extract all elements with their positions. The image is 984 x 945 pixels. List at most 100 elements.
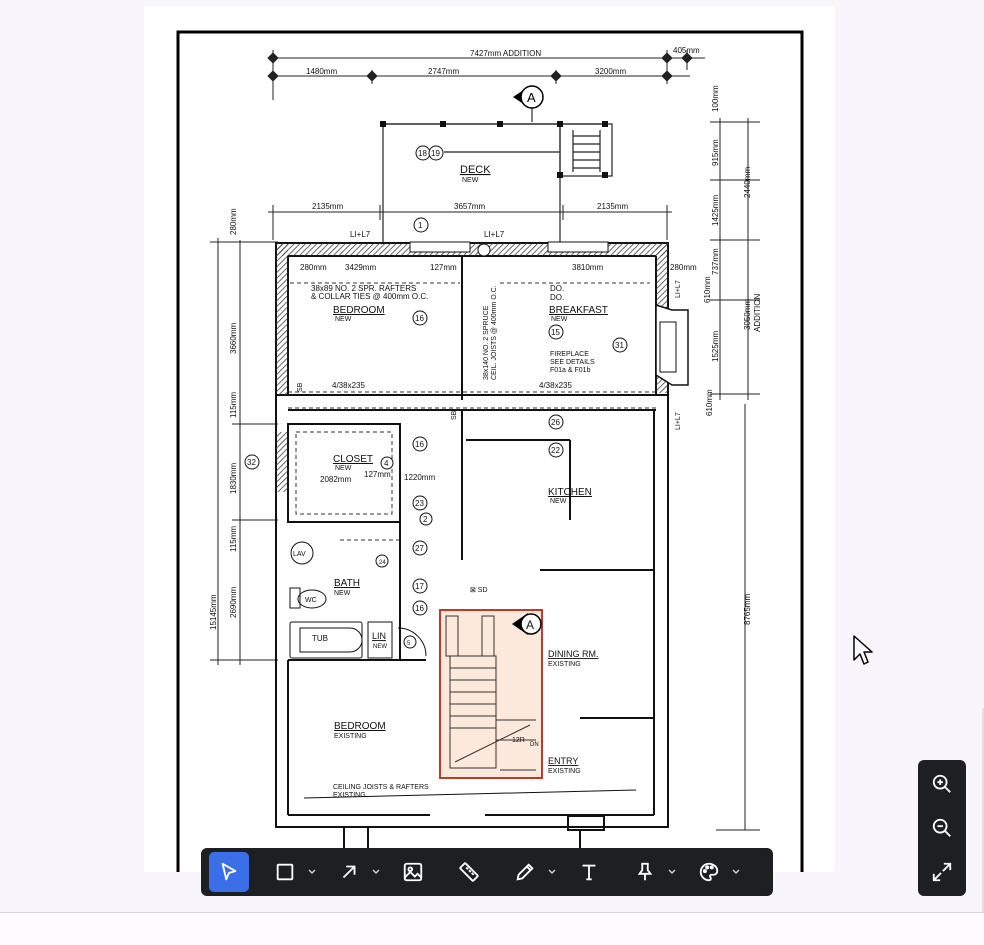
pin-tool-button[interactable] bbox=[625, 852, 665, 892]
dim-l-2690: 2690mm bbox=[229, 587, 238, 618]
fit-screen-button[interactable] bbox=[922, 852, 962, 892]
dim-r-1425: 1425mm bbox=[711, 195, 720, 226]
square-icon bbox=[276, 863, 294, 881]
arrow-tool-button[interactable] bbox=[329, 852, 369, 892]
dim-l-115a: 115mm bbox=[229, 392, 238, 418]
svg-text:EXISTING: EXISTING bbox=[333, 792, 366, 799]
svg-text:SB: SB bbox=[451, 410, 458, 420]
svg-text:EXISTING: EXISTING bbox=[334, 733, 367, 740]
select-tool-button[interactable] bbox=[209, 852, 249, 892]
svg-text:16: 16 bbox=[415, 314, 424, 323]
svg-text:1: 1 bbox=[418, 221, 423, 230]
dim-l-3660: 3660mm bbox=[229, 323, 238, 354]
svg-text:NEW: NEW bbox=[334, 590, 351, 597]
svg-text:2: 2 bbox=[423, 515, 428, 524]
chevron-down-icon bbox=[372, 869, 380, 875]
svg-text:3429mm: 3429mm bbox=[345, 263, 376, 272]
svg-text:280mm: 280mm bbox=[670, 263, 697, 272]
floor-plan: 7427mm ADDITION 405mm 1480mm 2747mm 3200… bbox=[176, 30, 804, 872]
svg-text:280mm: 280mm bbox=[300, 263, 327, 272]
annotation-toolbar bbox=[201, 848, 773, 896]
svg-text:CEIL. JOISTS @ 400mm O.C.: CEIL. JOISTS @ 400mm O.C. bbox=[491, 285, 498, 380]
rectangle-tool-dropdown[interactable] bbox=[303, 852, 321, 892]
svg-text:12R: 12R bbox=[512, 737, 525, 744]
svg-text:23: 23 bbox=[415, 499, 424, 508]
svg-text:24: 24 bbox=[379, 560, 386, 566]
dim-r-addition: ADDITION bbox=[753, 294, 762, 332]
svg-text:LI+L7: LI+L7 bbox=[675, 412, 682, 430]
svg-text:NEW: NEW bbox=[335, 316, 352, 323]
pencil-icon bbox=[516, 863, 534, 881]
svg-text:15: 15 bbox=[551, 328, 560, 337]
dim-mid-right: 2135mm bbox=[597, 202, 628, 211]
svg-text:127mm: 127mm bbox=[364, 470, 391, 479]
dim-mid-left: 2135mm bbox=[312, 202, 343, 211]
dim-l-1830: 1830mm bbox=[229, 463, 238, 494]
label-breakfast: BREAKFAST bbox=[549, 305, 608, 316]
image-tool-button[interactable] bbox=[393, 852, 433, 892]
svg-text:4/38x235: 4/38x235 bbox=[539, 381, 572, 390]
pushpin-icon bbox=[637, 862, 653, 881]
zoom-out-button[interactable] bbox=[922, 808, 962, 848]
svg-text:NEW: NEW bbox=[462, 177, 479, 184]
label-dining: DINING RM. bbox=[548, 649, 599, 659]
highlighted-stair-region: 12R DN bbox=[439, 609, 543, 779]
color-tool-button[interactable] bbox=[689, 852, 729, 892]
color-tool-dropdown[interactable] bbox=[727, 852, 745, 892]
zoom-in-icon bbox=[932, 774, 951, 793]
svg-text:27: 27 bbox=[415, 544, 424, 553]
dim-r-737: 737mm bbox=[711, 248, 720, 275]
svg-text:NEW: NEW bbox=[373, 644, 387, 650]
pencil-tool-button[interactable] bbox=[505, 852, 545, 892]
arrow-up-right-icon bbox=[342, 865, 356, 879]
image-icon bbox=[403, 862, 423, 882]
dim-r-610a: 610mm bbox=[703, 276, 712, 303]
svg-text:LI+L7: LI+L7 bbox=[484, 230, 505, 239]
dim-r-8765: 8765mm bbox=[743, 594, 752, 625]
dim-overall: 7427mm ADDITION bbox=[470, 49, 541, 58]
arrow-tool-dropdown[interactable] bbox=[367, 852, 385, 892]
rectangle-tool-button[interactable] bbox=[265, 852, 305, 892]
svg-text:4/38x235: 4/38x235 bbox=[332, 381, 365, 390]
pencil-tool-dropdown[interactable] bbox=[543, 852, 561, 892]
svg-text:FIREPLACE: FIREPLACE bbox=[550, 351, 589, 358]
svg-text:DO.: DO. bbox=[550, 293, 564, 302]
zoom-out-icon bbox=[932, 818, 951, 837]
svg-text:DN: DN bbox=[530, 742, 539, 748]
svg-text:SB: SB bbox=[297, 382, 304, 392]
dim-mid-center: 3657mm bbox=[454, 202, 485, 211]
svg-text:18: 18 bbox=[418, 149, 427, 158]
svg-text:A: A bbox=[526, 618, 534, 632]
dim-r-610b: 610mm bbox=[705, 389, 714, 416]
svg-text:17: 17 bbox=[415, 582, 424, 591]
svg-text:A: A bbox=[527, 90, 536, 105]
dim-r-1525: 1525mm bbox=[711, 331, 720, 362]
svg-text:31: 31 bbox=[615, 341, 624, 350]
text-tool-button[interactable] bbox=[569, 852, 609, 892]
chevron-down-icon bbox=[308, 869, 316, 875]
svg-text:F01a & F01b: F01a & F01b bbox=[550, 367, 591, 374]
svg-text:4: 4 bbox=[384, 459, 389, 468]
dim-right-small: 405mm bbox=[673, 46, 700, 55]
svg-text:26: 26 bbox=[551, 418, 560, 427]
svg-text:SEE DETAILS: SEE DETAILS bbox=[550, 359, 595, 366]
zoom-in-button[interactable] bbox=[922, 764, 962, 804]
dim-seg2: 2747mm bbox=[428, 67, 459, 76]
svg-text:NEW: NEW bbox=[335, 465, 352, 472]
svg-text:LIN: LIN bbox=[372, 631, 386, 641]
mouse-pointer-icon bbox=[852, 634, 874, 671]
label-deck: DECK bbox=[460, 164, 491, 176]
dim-l-115b: 115mm bbox=[229, 526, 238, 552]
label-bedroom-new: BEDROOM bbox=[333, 305, 385, 316]
pin-tool-dropdown[interactable] bbox=[663, 852, 681, 892]
measure-tool-button[interactable] bbox=[449, 852, 489, 892]
drawing-sheet[interactable]: 7427mm ADDITION 405mm 1480mm 2747mm 3200… bbox=[144, 6, 835, 872]
svg-text:19: 19 bbox=[431, 149, 440, 158]
dim-l-15145: 15145mm bbox=[209, 594, 218, 630]
svg-text:EXISTING: EXISTING bbox=[548, 661, 581, 668]
svg-text:& COLLAR TIES @ 400mm O.C.: & COLLAR TIES @ 400mm O.C. bbox=[311, 292, 428, 301]
svg-text:1220mm: 1220mm bbox=[404, 473, 435, 482]
dim-r-2440: 2440mm bbox=[743, 167, 752, 198]
label-closet: CLOSET bbox=[333, 454, 373, 465]
svg-text:127mm: 127mm bbox=[430, 263, 457, 272]
